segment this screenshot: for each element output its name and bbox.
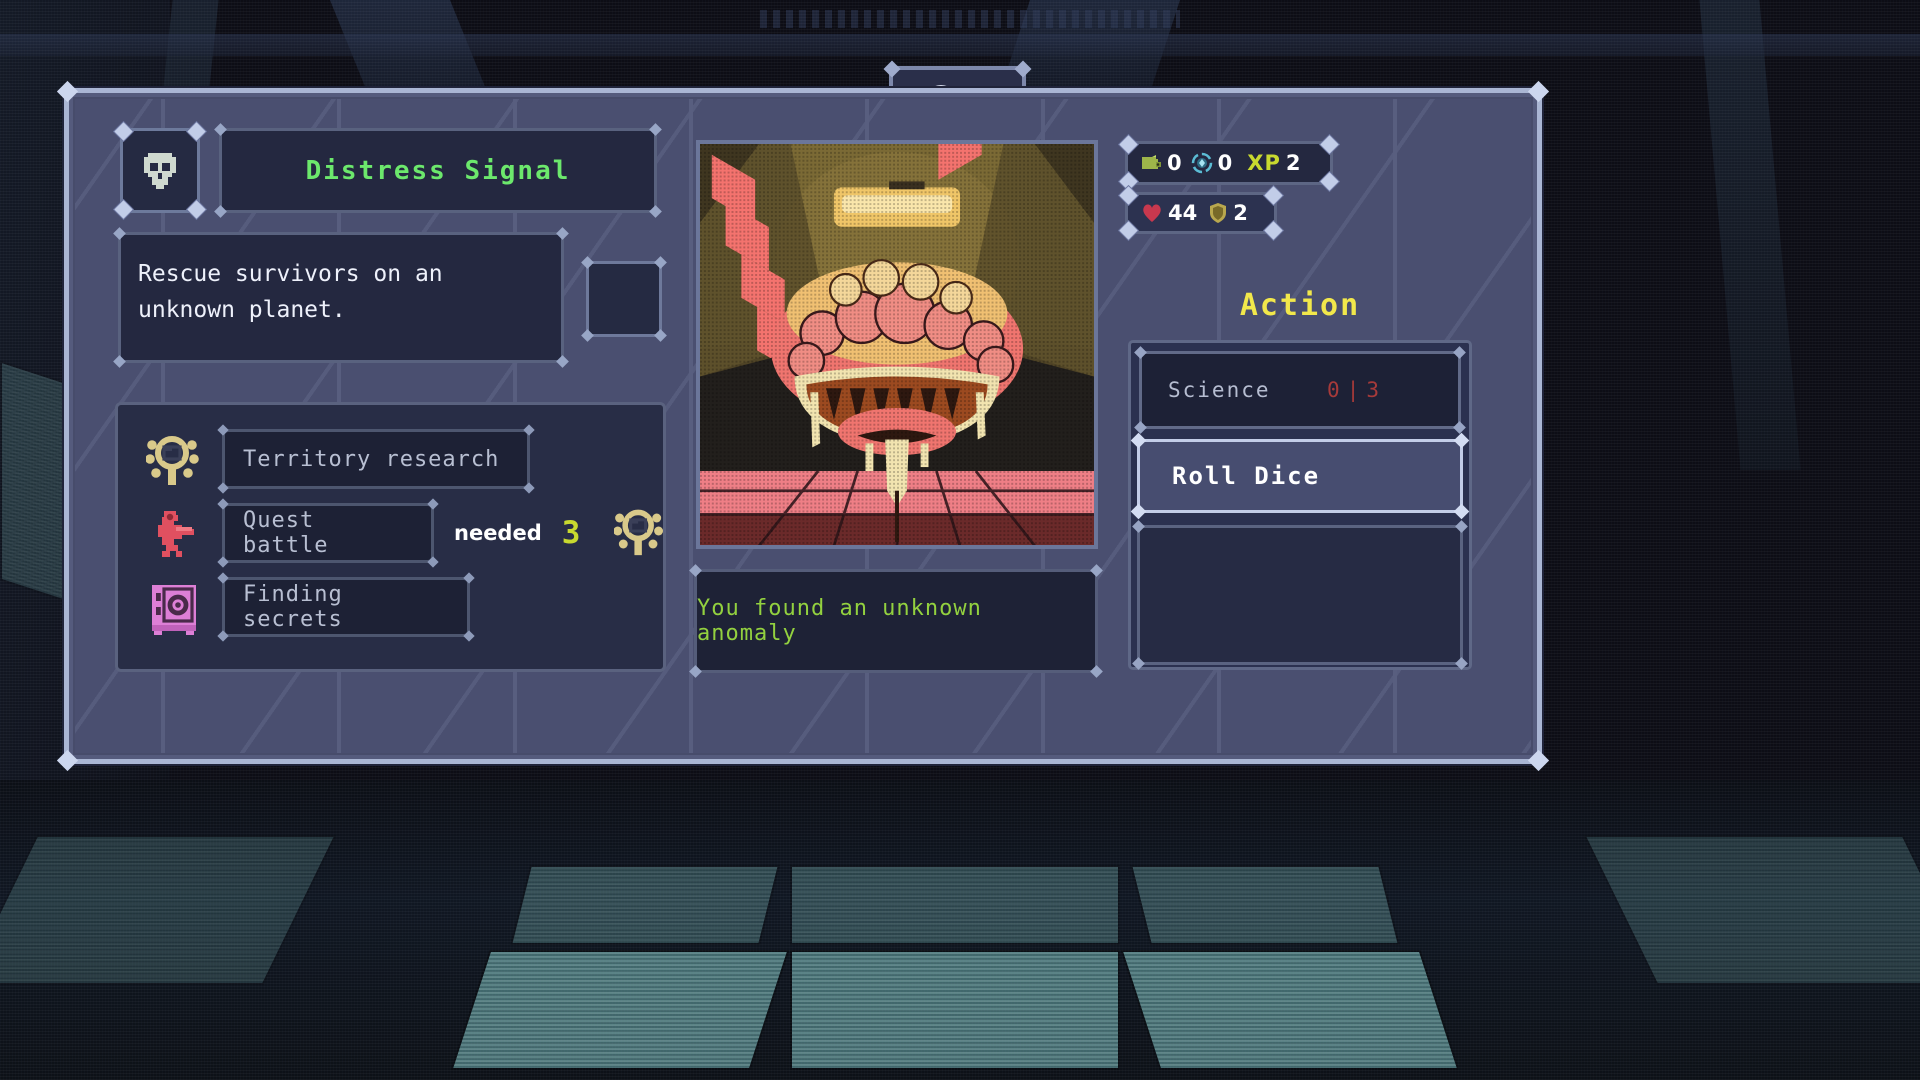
needed-value: 3 <box>561 515 581 551</box>
tasks-panel: Territory research Quest battle needed 3 <box>115 402 666 672</box>
stat-money: 0 <box>1140 151 1182 175</box>
shield-icon <box>1210 203 1227 223</box>
heart-icon <box>1143 204 1161 222</box>
safe-vault-icon <box>146 579 202 635</box>
artwork-frame <box>696 140 1098 549</box>
task-chip[interactable]: Territory research <box>217 424 535 494</box>
skill-progress: 0|3 <box>1327 378 1386 402</box>
stat-health: 44 <box>1141 201 1197 225</box>
skill-name: Science <box>1168 378 1271 402</box>
quest-type-card <box>114 122 206 219</box>
xp-value: 2 <box>1285 151 1301 175</box>
skill-separator: | <box>1346 378 1367 402</box>
roll-dice-button[interactable]: Roll Dice <box>1130 432 1470 520</box>
task-label: Territory research <box>243 446 500 472</box>
research-magnifier-icon <box>145 431 202 487</box>
quest-description-frame: Rescue survivors on an unknown planet. <box>113 232 569 368</box>
crystal-target-icon <box>1191 152 1212 174</box>
skill-target: 3 <box>1366 378 1386 402</box>
health-value: 44 <box>1168 201 1198 225</box>
skill-requirement-row: Science 0|3 <box>1134 346 1466 434</box>
wallet-icon <box>1142 155 1161 169</box>
crystal-value: 0 <box>1217 151 1233 175</box>
task-row[interactable]: Quest battle needed 3 <box>146 498 670 568</box>
task-chip[interactable]: Finding secrets <box>217 572 475 642</box>
stats-row-secondary: 44 2 <box>1119 186 1283 240</box>
task-label: Finding secrets <box>243 582 343 632</box>
message-text: You found an unknown anomaly <box>697 596 982 646</box>
shield-value: 2 <box>1233 201 1248 225</box>
stat-shield: 2 <box>1208 201 1248 225</box>
skull-icon <box>144 152 176 189</box>
page-title: Distress Signal <box>305 155 571 186</box>
action-title: Action <box>1239 288 1361 323</box>
research-magnifier-icon <box>613 505 670 561</box>
empty-card-slot[interactable] <box>581 261 667 342</box>
action-result-area <box>1132 520 1468 670</box>
soldier-icon <box>146 505 202 561</box>
quest-title-frame: Distress Signal <box>214 128 662 218</box>
task-label: Quest battle <box>243 508 329 558</box>
task-chip[interactable]: Quest battle <box>217 498 439 568</box>
task-row[interactable]: Finding secrets <box>146 572 475 642</box>
stat-xp: XP 2 <box>1247 151 1300 175</box>
skill-current: 0 <box>1327 378 1347 402</box>
action-panel: Science 0|3 Roll Dice <box>1128 340 1472 670</box>
stats-row-primary: 0 0 XP 2 <box>1119 135 1339 191</box>
unknown-anomaly-artwork <box>700 144 1094 545</box>
message-frame: You found an unknown anomaly <box>689 569 1103 678</box>
needed-label: needed <box>454 521 542 545</box>
xp-label: XP <box>1247 151 1281 175</box>
quest-description: Rescue survivors on an unknown planet. <box>138 261 443 323</box>
stat-crystal: 0 <box>1191 151 1233 175</box>
roll-dice-label: Roll Dice <box>1172 462 1321 490</box>
task-row[interactable]: Territory research <box>145 424 535 494</box>
money-value: 0 <box>1167 151 1182 175</box>
